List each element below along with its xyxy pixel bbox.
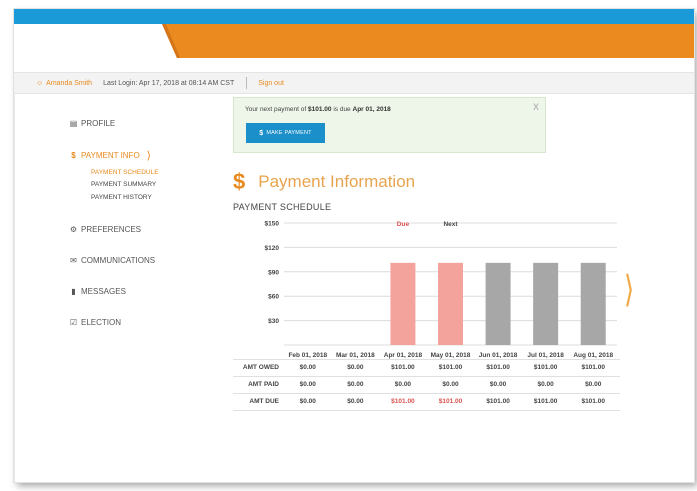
sidebar-item-label: COMMUNICATIONS <box>81 256 156 265</box>
close-icon[interactable]: X <box>533 102 539 112</box>
user-link[interactable]: ☺ Amanda Smith <box>36 80 92 87</box>
table-row-label: AMT DUE <box>249 398 279 405</box>
sidebar-item-preferences[interactable]: ⚙ PREFERENCES <box>69 225 141 234</box>
table-cell: $101.00 <box>486 364 510 371</box>
checkbox-icon: ☑ <box>69 318 78 327</box>
chart-bar[interactable] <box>533 262 559 345</box>
table-cell: $0.00 <box>489 381 507 388</box>
page-title: $ Payment Information <box>233 169 415 195</box>
divider <box>246 77 248 89</box>
bar-annotation-label: Due <box>397 221 410 228</box>
sidebar-item-label: ELECTION <box>81 318 122 327</box>
chart-bar[interactable] <box>485 262 511 345</box>
y-tick-label: $30 <box>268 318 279 325</box>
y-tick-label: $120 <box>265 245 280 252</box>
table-cell: $0.00 <box>537 381 554 388</box>
sidebar-item-label: PROFILE <box>81 119 116 128</box>
user-icon: ☺ <box>36 79 44 87</box>
make-payment-label: MAKE PAYMENT <box>266 130 312 136</box>
table-cell: $0.00 <box>299 364 316 371</box>
row-divider <box>233 393 620 394</box>
sidebar-item-label: PAYMENT INFO <box>81 151 140 160</box>
table-cell: $101.00 <box>391 398 415 405</box>
payment-schedule-heading: PAYMENT SCHEDULE <box>233 202 332 212</box>
sign-out-link[interactable]: Sign out <box>258 80 284 87</box>
table-cell: $0.00 <box>442 381 459 388</box>
header-orange-band <box>162 24 694 58</box>
x-tick-label: Mar 01, 2018 <box>336 352 375 359</box>
sidebar-item-election[interactable]: ☑ ELECTION <box>69 318 121 327</box>
next-payment-alert: Your next payment of $101.00 is due Apr … <box>233 97 546 153</box>
chevron-right-icon[interactable]: ⟩ <box>624 268 634 311</box>
x-tick-label: May 01, 2018 <box>431 352 471 359</box>
settings-icon: ⚙ <box>69 225 78 234</box>
user-name: Amanda Smith <box>46 79 93 87</box>
table-cell: $0.00 <box>394 381 412 388</box>
sidebar-item-messages[interactable]: ▮ MESSAGES <box>69 287 126 296</box>
subnav-payment-schedule[interactable]: PAYMENT SCHEDULE <box>91 169 159 176</box>
y-tick-label: $60 <box>268 294 279 301</box>
row-divider <box>233 359 620 360</box>
table-cell: $0.00 <box>347 398 364 405</box>
make-payment-button[interactable]: $ MAKE PAYMENT <box>246 123 325 143</box>
sidebar-item-label: PREFERENCES <box>81 225 142 234</box>
page-title-text: Payment Information <box>258 172 416 191</box>
chart-bar[interactable] <box>390 262 416 345</box>
subnav-payment-summary[interactable]: PAYMENT SUMMARY <box>91 181 156 188</box>
alert-message: Your next payment of $101.00 is due Apr … <box>245 106 391 113</box>
table-cell: $101.00 <box>391 364 415 371</box>
x-tick-label: Feb 01, 2018 <box>288 352 327 359</box>
chart-bar[interactable] <box>438 262 463 345</box>
chevron-right-icon: ⟩ <box>146 150 151 162</box>
x-tick-label: Jun 01, 2018 <box>479 352 518 359</box>
table-cell: $101.00 <box>486 398 510 405</box>
table-cell: $101.00 <box>581 364 605 371</box>
table-cell: $0.00 <box>299 381 316 388</box>
id-card-icon: ▤ <box>69 119 78 128</box>
x-tick-label: Apr 01, 2018 <box>384 352 423 359</box>
table-cell: $101.00 <box>581 398 605 405</box>
sidebar-item-label: MESSAGES <box>81 287 126 296</box>
y-tick-label: $150 <box>265 221 280 228</box>
table-row-label: AMT PAID <box>248 381 279 388</box>
alert-text-pre: Your next payment of <box>245 106 307 113</box>
dollar-icon: $ <box>233 169 246 194</box>
sidebar-item-payment-info[interactable]: $ PAYMENT INFO ⟩ <box>69 149 151 162</box>
bar-annotation-label: Next <box>443 221 458 228</box>
alert-amount: $101.00 <box>308 106 332 113</box>
table-cell: $101.00 <box>533 398 558 405</box>
dollar-icon: $ <box>71 151 76 160</box>
table-cell: $0.00 <box>347 381 364 388</box>
dollar-icon: $ <box>259 129 264 137</box>
table-row-label: AMT OWED <box>242 364 279 371</box>
chart-bar[interactable] <box>580 262 606 345</box>
chat-bubble-icon: ▮ <box>71 287 76 296</box>
row-divider <box>233 410 620 411</box>
row-divider <box>233 376 620 377</box>
subnav-payment-history[interactable]: PAYMENT HISTORY <box>91 194 152 201</box>
table-cell: $0.00 <box>347 364 364 371</box>
table-cell: $0.00 <box>299 398 316 405</box>
sidebar-item-profile[interactable]: ▤ PROFILE <box>69 119 116 128</box>
alert-date: Apr 01, 2018 <box>352 106 391 113</box>
alert-text-mid: is due <box>333 106 351 113</box>
x-tick-label: Jul 01, 2018 <box>527 352 564 359</box>
app-window: ☺ Amanda Smith Last Login: Apr 17, 2018 … <box>14 9 694 482</box>
last-login-text: Last Login: Apr 17, 2018 at 08:14 AM CST <box>103 79 235 87</box>
sidebar-item-communications[interactable]: ✉ COMMUNICATIONS <box>69 256 155 265</box>
envelope-icon: ✉ <box>70 256 77 265</box>
content-left-border <box>14 94 15 482</box>
y-tick-label: $90 <box>268 269 279 276</box>
user-bar: ☺ Amanda Smith Last Login: Apr 17, 2018 … <box>14 72 694 94</box>
x-tick-label: Aug 01, 2018 <box>573 352 613 359</box>
table-cell: $101.00 <box>438 364 463 371</box>
table-cell: $101.00 <box>533 364 558 371</box>
table-cell: $0.00 <box>585 381 602 388</box>
table-cell: $101.00 <box>438 398 463 405</box>
